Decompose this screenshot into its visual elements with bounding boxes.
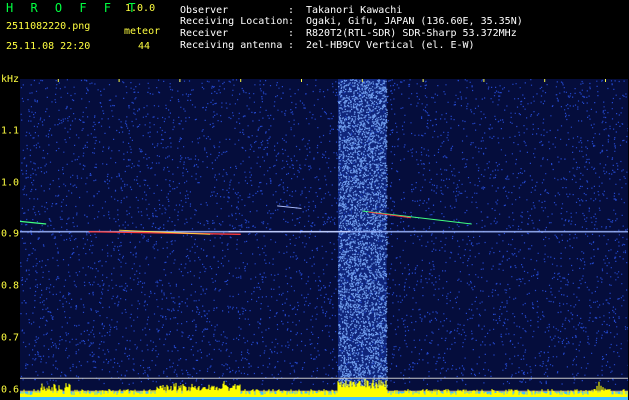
- y-tick-label: 1.0: [1, 177, 20, 189]
- file-name: 2511082220.png: [6, 21, 91, 32]
- y-tick-label: 0.7: [1, 332, 20, 344]
- meteor-trace: [277, 205, 302, 209]
- date-time: 25.11.08 22:20: [6, 41, 91, 52]
- info-label-receiver: Receiver: [180, 28, 229, 39]
- info-value-receiver: R820T2(RTL-SDR) SDR-Sharp 53.372MHz: [306, 28, 517, 39]
- meteor-count: 44: [138, 41, 151, 52]
- info-colon: :: [288, 5, 295, 16]
- info-value-observer: Takanori Kawachi: [306, 5, 403, 16]
- info-label-location: Receiving Location: [180, 16, 289, 27]
- info-value-antenna: 2el-HB9CV Vertical (el. E-W): [306, 40, 475, 51]
- y-tick-label: 1.1: [1, 125, 20, 137]
- trace-segment: [20, 220, 47, 225]
- app-logo: H R O F F T: [6, 1, 141, 15]
- meteor-label: meteor: [124, 26, 161, 37]
- hrofft-window: H R O F F T 1.0.0 2511082220.png 25.11.0…: [0, 0, 629, 400]
- info-label-antenna: Receiving antenna: [180, 40, 283, 51]
- y-tick-label: 0.6: [1, 384, 20, 396]
- info-colon: :: [288, 40, 295, 51]
- app-version: 1.0.0: [125, 3, 156, 14]
- spectrogram-plot: [20, 79, 628, 400]
- header-panel: H R O F F T 1.0.0 2511082220.png 25.11.0…: [0, 0, 629, 70]
- y-axis-unit: kHz: [1, 74, 20, 85]
- y-tick-label: 0.9: [1, 228, 20, 240]
- spectrogram-svg: [20, 79, 628, 400]
- y-tick-label: 0.8: [1, 280, 20, 292]
- info-label-observer: Observer: [180, 5, 229, 16]
- info-colon: :: [288, 28, 295, 39]
- info-value-location: Ogaki, Gifu, JAPAN (136.60E, 35.35N): [306, 16, 523, 27]
- info-colon: :: [288, 16, 295, 27]
